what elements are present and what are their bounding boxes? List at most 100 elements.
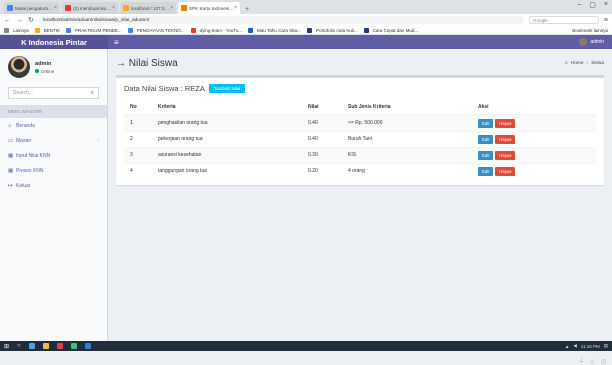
tab-close-icon[interactable]: ×	[234, 5, 237, 11]
tray-icon: ⟂	[579, 358, 584, 364]
tab-label: SPK Kartu Indonesia Pintar	[189, 5, 234, 11]
menu-toggle-icon[interactable]: ≡	[114, 38, 119, 47]
tray-icon: ⚠	[589, 359, 595, 365]
browser-search-box[interactable]: Google	[528, 16, 599, 24]
cell-actions: Edit Hapus	[472, 130, 596, 147]
bookmark-item[interactable]: Lainnya	[4, 27, 29, 33]
taskbar-app-icon[interactable]	[28, 343, 35, 349]
delete-button[interactable]: Hapus	[495, 118, 516, 128]
search-placeholder: Search...	[13, 90, 34, 96]
close-window-icon[interactable]: ×	[604, 1, 608, 9]
user-status: Online	[35, 68, 54, 74]
bookmark-item[interactable]: Cara Cepat dan Mud...	[363, 27, 419, 33]
column-header: Nilai	[302, 100, 342, 116]
cell-sub-kriteria: Buruh Tani	[342, 130, 472, 147]
clock[interactable]: 11:16 PM	[581, 344, 600, 349]
reload-icon[interactable]: ↻	[28, 16, 34, 24]
sidebar-item-proses-knn[interactable]: ▦ Proses KNN	[0, 163, 107, 178]
breadcrumb-home[interactable]: Home	[571, 61, 584, 66]
delete-button[interactable]: Hapus	[495, 134, 516, 144]
content-header: → Nilai Siswa ⌂ Home › Siswa	[116, 55, 604, 71]
start-icon[interactable]: ⊞	[4, 343, 9, 350]
bookmark-label: Mau Tahu Cara Stiw...	[257, 27, 302, 33]
forward-icon[interactable]: →	[16, 17, 23, 24]
sidebar-search-input[interactable]: Search... ⌕	[8, 87, 99, 99]
favicon-icon	[123, 5, 129, 11]
sidebar-item-label: Proses KNN	[16, 167, 44, 174]
url-text: localhost/admin/aduan/nilai/siswa/p_nila…	[42, 17, 150, 23]
tab-close-icon[interactable]: ×	[170, 5, 173, 11]
bookmark-item[interactable]: BENTIK	[34, 27, 60, 33]
taskbar-app-icon[interactable]	[84, 343, 91, 349]
minimize-icon[interactable]: –	[577, 1, 581, 9]
monitor-icon: ▭	[8, 137, 14, 144]
bookmark-favicon-icon	[363, 27, 369, 33]
bookmark-favicon-icon	[190, 27, 196, 33]
taskbar-app-icon[interactable]	[70, 343, 77, 349]
bookmarks-other[interactable]: Bookmark lainnya	[572, 28, 608, 33]
user-menu-name: admin	[590, 39, 604, 45]
delete-button[interactable]: Hapus	[495, 166, 516, 176]
table-row: 1 penghasilan orang tua 0.40 <= Rp. 500.000…	[124, 114, 596, 131]
notification-icon[interactable]: ▤	[604, 343, 608, 349]
bookmark-label: Cara Cepat dan Mud...	[372, 27, 419, 33]
taskbar-app-icon[interactable]	[56, 343, 63, 349]
bookmark-favicon-icon	[66, 27, 72, 33]
bookmark-item[interactable]: PENGAYAAN TEKNO...	[127, 27, 185, 33]
edit-button[interactable]: Edit	[478, 134, 494, 144]
breadcrumb-siswa[interactable]: Siswa	[591, 61, 604, 66]
table-row: 2 pekerjaan orang tua 0.40 Buruh Tani Edit Ha…	[124, 130, 596, 147]
nilai-table: No Kriteria Nilai Sub Jenis Kriteria Aksi 1p…	[124, 100, 596, 179]
bookmark-item[interactable]: Mau Tahu Cara Stiw...	[248, 27, 302, 33]
tray-icon: ◷	[600, 359, 606, 365]
sidebar-item-master[interactable]: ▭ Master ‹	[0, 133, 107, 148]
brand-logo[interactable]: K Indonesia Pintar	[0, 35, 108, 49]
table-row: 3 asuransi kesehatan 0.30 KIS Edit Hapus	[124, 146, 596, 163]
sidebar-item-input-nilai-knn[interactable]: ▦ Input Nilai KNN	[0, 148, 107, 163]
browser-tab-bar: Mulai pengaturan sistem bunu×(3) membuat…	[0, 0, 612, 14]
bookmark-item[interactable]: PRAKTIKUM PENDE...	[66, 27, 122, 33]
edit-button[interactable]: Edit	[478, 118, 494, 128]
breadcrumb: ⌂ Home › Siswa	[564, 60, 604, 66]
back-icon[interactable]: ←	[4, 17, 11, 24]
column-header: Sub Jenis Kriteria	[342, 100, 472, 116]
column-header: No	[124, 100, 152, 116]
browser-tab[interactable]: localhost / 127.0.0.1 / db_fsp×	[120, 2, 176, 14]
address-bar[interactable]: localhost/admin/aduan/nilai/siswa/p_nila…	[38, 16, 524, 24]
search-icon[interactable]: ⌕	[91, 90, 94, 97]
bookmark-item[interactable]: Portofolio nota Kuli...	[307, 27, 358, 33]
volume-icon[interactable]: ◀	[573, 343, 576, 349]
browser-tab[interactable]: SPK Kartu Indonesia Pintar×	[178, 2, 240, 14]
cell-nilai: 0.30	[302, 146, 342, 163]
tab-label: localhost / 127.0.0.1 / db_fsp	[131, 5, 170, 11]
taskbar-app-icon[interactable]	[42, 343, 49, 349]
footer-icons: ⟂ ⚠ ◷	[579, 358, 606, 365]
tab-close-icon[interactable]: ×	[54, 5, 57, 11]
network-icon[interactable]: ▲	[565, 344, 569, 349]
browser-tab[interactable]: Mulai pengaturan sistem bunu×	[4, 2, 60, 14]
tab-close-icon[interactable]: ×	[112, 5, 115, 11]
browser-tab[interactable]: (3) membuat ikon fitur×	[62, 2, 118, 14]
avatar	[8, 56, 30, 78]
delete-button[interactable]: Hapus	[495, 150, 516, 160]
cell-no: 2	[124, 130, 152, 147]
maximize-icon[interactable]: ▢	[589, 1, 596, 9]
main-content: → Nilai Siswa ⌂ Home › Siswa Data Nilai …	[108, 49, 612, 365]
menu-icon[interactable]: ≡	[604, 17, 608, 24]
sidebar: admin Online Search... ⌕ MENU MASTER ⌂ Be…	[0, 49, 108, 351]
os-taskbar: ⊞ ○ ▲ ◀ 11:16 PM ▤	[0, 341, 612, 351]
home-icon: ⌂	[8, 122, 12, 129]
edit-button[interactable]: Edit	[478, 150, 494, 160]
search-icon[interactable]: ○	[17, 343, 21, 349]
add-nilai-button[interactable]: Tambah Nilai	[208, 84, 246, 93]
bookmark-item[interactable]: dying-team - YouTu...	[190, 27, 242, 33]
cell-actions: Edit Hapus	[472, 114, 596, 131]
system-tray: ▲ ◀ 11:16 PM ▤	[565, 343, 608, 349]
bookmarks-bar: Lainnya BENTIK PRAKTIKUM PENDE... PENGAYAAN…	[0, 26, 612, 35]
edit-button[interactable]: Edit	[478, 166, 494, 176]
sidebar-item-beranda[interactable]: ⌂ Beranda	[0, 118, 107, 133]
menu-header: MENU MASTER	[0, 105, 107, 118]
new-tab-button[interactable]: +	[242, 6, 252, 14]
sidebar-item-keluar[interactable]: ↦ Keluar	[0, 178, 107, 193]
user-menu[interactable]: admin	[579, 38, 604, 46]
